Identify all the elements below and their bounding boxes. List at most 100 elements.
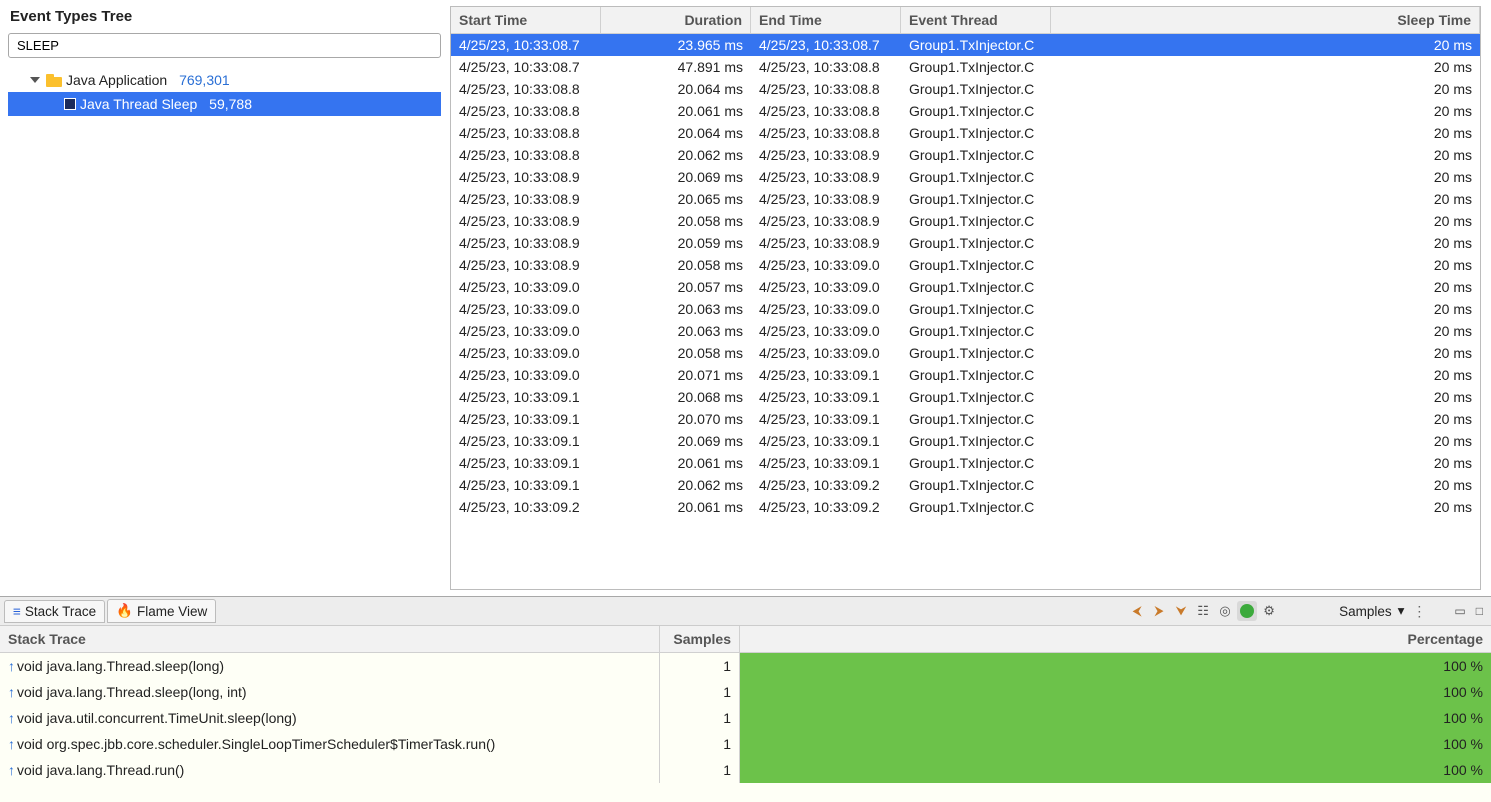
cell: 4/25/23, 10:33:08.9 [751, 232, 901, 254]
next-frame-icon[interactable]: ⮞ [1149, 601, 1169, 621]
cell: 20.058 ms [601, 254, 751, 276]
table-row[interactable]: 4/25/23, 10:33:08.820.062 ms4/25/23, 10:… [451, 144, 1480, 166]
table-row[interactable]: 4/25/23, 10:33:08.820.064 ms4/25/23, 10:… [451, 122, 1480, 144]
cell: 4/25/23, 10:33:08.9 [451, 210, 601, 232]
cell: 4/25/23, 10:33:08.8 [751, 78, 901, 100]
tree-item-java-thread-sleep[interactable]: Java Thread Sleep 59,788 [8, 92, 441, 116]
search-input[interactable] [8, 33, 441, 58]
event-tree: Java Application 769,301 Java Thread Sle… [8, 68, 441, 116]
col-event-thread[interactable]: Event Thread [901, 7, 1051, 33]
up-arrow-icon: ↑ [8, 762, 15, 778]
cell: 20.059 ms [601, 232, 751, 254]
cell: 4/25/23, 10:33:09.1 [451, 386, 601, 408]
cell: Group1.TxInjector.C [901, 386, 1051, 408]
table-body[interactable]: 4/25/23, 10:33:08.723.965 ms4/25/23, 10:… [451, 34, 1480, 589]
target-icon[interactable]: ◎ [1215, 601, 1235, 621]
table-row[interactable]: 4/25/23, 10:33:09.020.058 ms4/25/23, 10:… [451, 342, 1480, 364]
tab-stack-trace[interactable]: ≡ Stack Trace [4, 600, 105, 623]
cell: 20 ms [1051, 56, 1480, 78]
stack-row[interactable]: ↑void org.spec.jbb.core.scheduler.Single… [0, 731, 1491, 757]
cell: 20 ms [1051, 78, 1480, 100]
table-row[interactable]: 4/25/23, 10:33:09.120.070 ms4/25/23, 10:… [451, 408, 1480, 430]
col-percentage[interactable]: Percentage [739, 626, 1491, 652]
table-row[interactable]: 4/25/23, 10:33:08.723.965 ms4/25/23, 10:… [451, 34, 1480, 56]
stack-row[interactable]: ↑void java.lang.Thread.sleep(long, int)1… [0, 679, 1491, 705]
stack-row[interactable]: ↑void java.util.concurrent.TimeUnit.slee… [0, 705, 1491, 731]
skip-frame-icon[interactable]: ⮟ [1171, 601, 1191, 621]
table-row[interactable]: 4/25/23, 10:33:09.220.061 ms4/25/23, 10:… [451, 496, 1480, 518]
method-filter-icon[interactable] [1237, 601, 1257, 621]
cell: 20.061 ms [601, 452, 751, 474]
table-row[interactable]: 4/25/23, 10:33:09.120.069 ms4/25/23, 10:… [451, 430, 1480, 452]
cell: Group1.TxInjector.C [901, 298, 1051, 320]
cell: Group1.TxInjector.C [901, 122, 1051, 144]
cell: 4/25/23, 10:33:08.9 [751, 210, 901, 232]
samples-dropdown[interactable]: Samples ▾ [1333, 601, 1410, 621]
cell: Group1.TxInjector.C [901, 210, 1051, 232]
maximize-icon[interactable]: □ [1472, 604, 1487, 618]
table-row[interactable]: 4/25/23, 10:33:08.920.058 ms4/25/23, 10:… [451, 254, 1480, 276]
table-row[interactable]: 4/25/23, 10:33:08.747.891 ms4/25/23, 10:… [451, 56, 1480, 78]
cell: 20 ms [1051, 232, 1480, 254]
cell: 20 ms [1051, 276, 1480, 298]
panel-title: Event Types Tree [10, 8, 439, 25]
minimize-icon[interactable]: ▭ [1450, 604, 1469, 618]
table-row[interactable]: 4/25/23, 10:33:09.020.063 ms4/25/23, 10:… [451, 320, 1480, 342]
up-arrow-icon: ↑ [8, 658, 15, 674]
collapse-icon[interactable] [30, 77, 40, 83]
cell: 20 ms [1051, 386, 1480, 408]
table-row[interactable]: 4/25/23, 10:33:09.020.057 ms4/25/23, 10:… [451, 276, 1480, 298]
col-start-time[interactable]: Start Time [451, 7, 601, 33]
tab-label: Flame View [137, 604, 207, 619]
cell: 4/25/23, 10:33:09.1 [451, 408, 601, 430]
col-sleep-time[interactable]: Sleep Time [1051, 7, 1480, 33]
tab-flame-view[interactable]: 🔥 Flame View [107, 599, 216, 623]
more-options-icon[interactable]: ⋮ [1412, 603, 1426, 620]
stack-row[interactable]: ↑void java.lang.Thread.run()1100 % [0, 757, 1491, 783]
tree-layout-icon[interactable]: ☷ [1193, 601, 1213, 621]
cell: 20 ms [1051, 496, 1480, 518]
cell: 20 ms [1051, 254, 1480, 276]
col-samples[interactable]: Samples [659, 626, 739, 652]
stack-row[interactable]: ↑void java.lang.Thread.sleep(long)1100 % [0, 653, 1491, 679]
chevron-down-icon: ▾ [1398, 603, 1405, 619]
cell: 20 ms [1051, 298, 1480, 320]
col-end-time[interactable]: End Time [751, 7, 901, 33]
table-row[interactable]: 4/25/23, 10:33:08.920.059 ms4/25/23, 10:… [451, 232, 1480, 254]
table-row[interactable]: 4/25/23, 10:33:08.920.058 ms4/25/23, 10:… [451, 210, 1480, 232]
folder-icon [46, 74, 62, 87]
tab-bar: ≡ Stack Trace 🔥 Flame View ⮜ ⮞ ⮟ ☷ ◎ ⚙ S… [0, 597, 1491, 625]
cell: 4/25/23, 10:33:09.1 [751, 386, 901, 408]
gear-icon[interactable]: ⚙ [1259, 601, 1279, 621]
table-row[interactable]: 4/25/23, 10:33:08.820.064 ms4/25/23, 10:… [451, 78, 1480, 100]
table-row[interactable]: 4/25/23, 10:33:09.120.068 ms4/25/23, 10:… [451, 386, 1480, 408]
table-row[interactable]: 4/25/23, 10:33:08.820.061 ms4/25/23, 10:… [451, 100, 1480, 122]
cell: 4/25/23, 10:33:09.0 [751, 320, 901, 342]
stack-method: ↑void org.spec.jbb.core.scheduler.Single… [0, 731, 659, 757]
tree-root-java-application[interactable]: Java Application 769,301 [8, 68, 441, 92]
cell: 4/25/23, 10:33:09.0 [751, 342, 901, 364]
cell: Group1.TxInjector.C [901, 430, 1051, 452]
table-row[interactable]: 4/25/23, 10:33:09.020.063 ms4/25/23, 10:… [451, 298, 1480, 320]
table-row[interactable]: 4/25/23, 10:33:08.920.069 ms4/25/23, 10:… [451, 166, 1480, 188]
cell: Group1.TxInjector.C [901, 100, 1051, 122]
cell: 20 ms [1051, 408, 1480, 430]
cell: 4/25/23, 10:33:09.1 [751, 408, 901, 430]
cell: 20 ms [1051, 100, 1480, 122]
table-row[interactable]: 4/25/23, 10:33:09.120.061 ms4/25/23, 10:… [451, 452, 1480, 474]
col-stack-trace[interactable]: Stack Trace [0, 626, 659, 652]
cell: 20.057 ms [601, 276, 751, 298]
cell: Group1.TxInjector.C [901, 342, 1051, 364]
table-row[interactable]: 4/25/23, 10:33:08.920.065 ms4/25/23, 10:… [451, 188, 1480, 210]
stack-body[interactable]: ↑void java.lang.Thread.sleep(long)1100 %… [0, 653, 1491, 802]
stack-percentage: 100 % [739, 757, 1491, 783]
prev-frame-icon[interactable]: ⮜ [1127, 601, 1147, 621]
cell: 20 ms [1051, 430, 1480, 452]
table-row[interactable]: 4/25/23, 10:33:09.120.062 ms4/25/23, 10:… [451, 474, 1480, 496]
cell: 20.065 ms [601, 188, 751, 210]
col-duration[interactable]: Duration [601, 7, 751, 33]
cell: 20.068 ms [601, 386, 751, 408]
cell: 20 ms [1051, 144, 1480, 166]
table-row[interactable]: 4/25/23, 10:33:09.020.071 ms4/25/23, 10:… [451, 364, 1480, 386]
cell: 4/25/23, 10:33:09.0 [451, 364, 601, 386]
